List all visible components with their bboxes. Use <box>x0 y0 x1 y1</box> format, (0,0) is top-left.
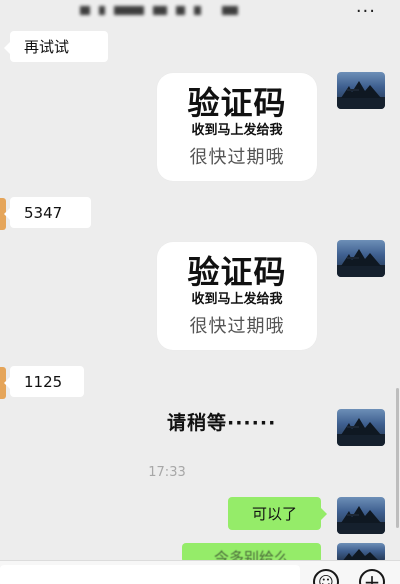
sticker-verification-code[interactable]: 验证码 收到马上发给我 很快过期哦 <box>157 242 317 350</box>
scrollbar[interactable] <box>396 388 399 528</box>
avatar[interactable] <box>337 240 385 277</box>
sticker-title: 验证码 <box>187 253 287 291</box>
message-text: 再试试 <box>24 38 70 56</box>
avatar[interactable] <box>337 409 385 446</box>
emoji-icon[interactable]: ☺ <box>313 569 339 584</box>
message-text: 1125 <box>24 372 63 391</box>
chat-input-bar: ☺ + <box>0 560 400 584</box>
message-bubble-received[interactable]: 再试试 <box>4 31 108 62</box>
sticker-please-wait[interactable]: 请稍等······ <box>167 408 276 435</box>
message-text: 可以了 <box>251 505 297 523</box>
avatar[interactable] <box>337 497 385 534</box>
message-text: 5347 <box>24 203 63 222</box>
sticker-subtitle: 收到马上发给我 <box>191 123 283 138</box>
message-bubble-sent[interactable]: 可以了 <box>228 497 327 530</box>
chat-header: ··· <box>0 0 400 24</box>
chat-title-masked <box>80 6 238 15</box>
sticker-title: 验证码 <box>187 84 287 122</box>
message-bubble-received[interactable]: 5347 <box>4 197 91 228</box>
message-bubble-received[interactable]: 1125 <box>4 366 84 397</box>
sticker-verification-code[interactable]: 验证码 收到马上发给我 很快过期哦 <box>157 73 317 181</box>
sticker-subtitle: 收到马上发给我 <box>191 292 283 307</box>
avatar[interactable] <box>337 72 385 109</box>
message-timestamp: 17:33 <box>148 465 186 480</box>
sticker-note: 很快过期哦 <box>189 316 285 337</box>
ellipsis-icon[interactable]: ··· <box>356 1 376 22</box>
plus-icon[interactable]: + <box>359 569 385 584</box>
sticker-note: 很快过期哦 <box>189 147 285 168</box>
message-input[interactable] <box>0 565 300 584</box>
